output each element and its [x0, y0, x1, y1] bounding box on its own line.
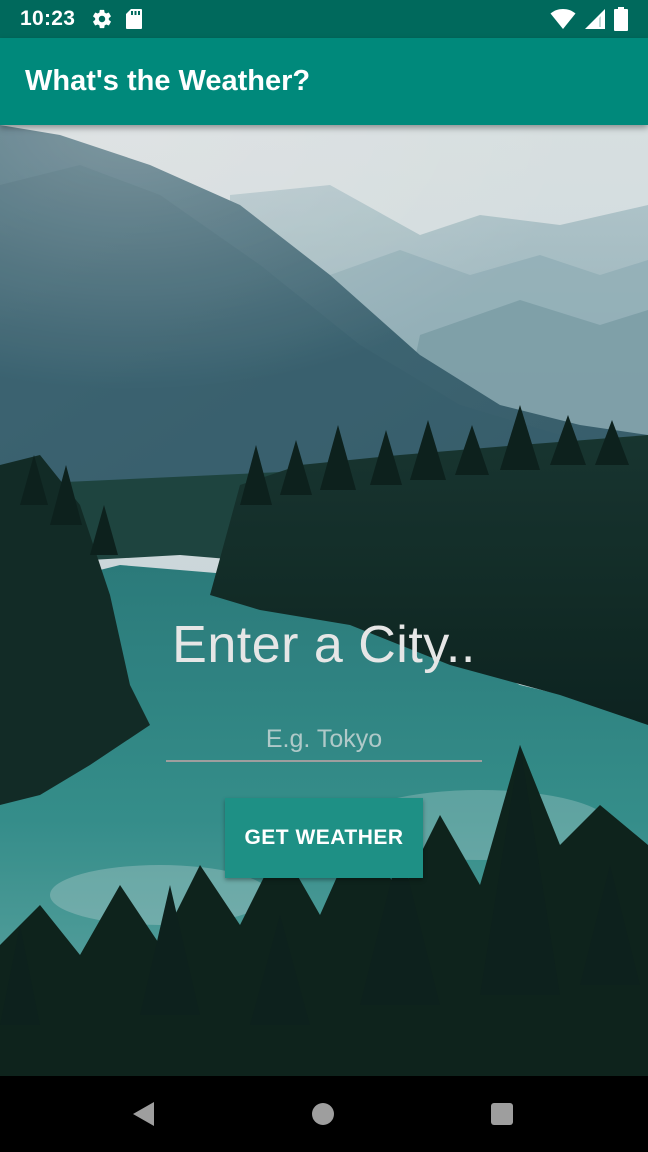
settings-icon — [91, 8, 113, 30]
status-bar: 10:23 — [0, 0, 648, 38]
back-icon — [133, 1102, 154, 1126]
cell-signal-icon — [584, 8, 606, 30]
nav-bar — [0, 1076, 648, 1152]
screen: 10:23 What's the Weather? Enter a City..… — [0, 0, 648, 1152]
recents-button[interactable] — [462, 1076, 542, 1152]
home-button[interactable] — [283, 1076, 363, 1152]
wifi-icon — [550, 8, 576, 30]
status-time: 10:23 — [20, 7, 76, 30]
app-bar: What's the Weather? — [0, 38, 648, 125]
status-left-icons — [91, 8, 143, 30]
recents-icon — [491, 1103, 513, 1125]
battery-icon — [614, 7, 628, 31]
sd-card-icon — [125, 8, 143, 30]
main-content: Enter a City.. GET WEATHER — [0, 125, 648, 1076]
home-icon — [312, 1103, 334, 1125]
city-input[interactable] — [166, 718, 482, 762]
enter-city-heading: Enter a City.. — [172, 616, 476, 674]
get-weather-button[interactable]: GET WEATHER — [225, 798, 423, 878]
status-right-icons — [550, 7, 628, 31]
app-title: What's the Weather? — [25, 65, 311, 97]
back-button[interactable] — [103, 1076, 183, 1152]
